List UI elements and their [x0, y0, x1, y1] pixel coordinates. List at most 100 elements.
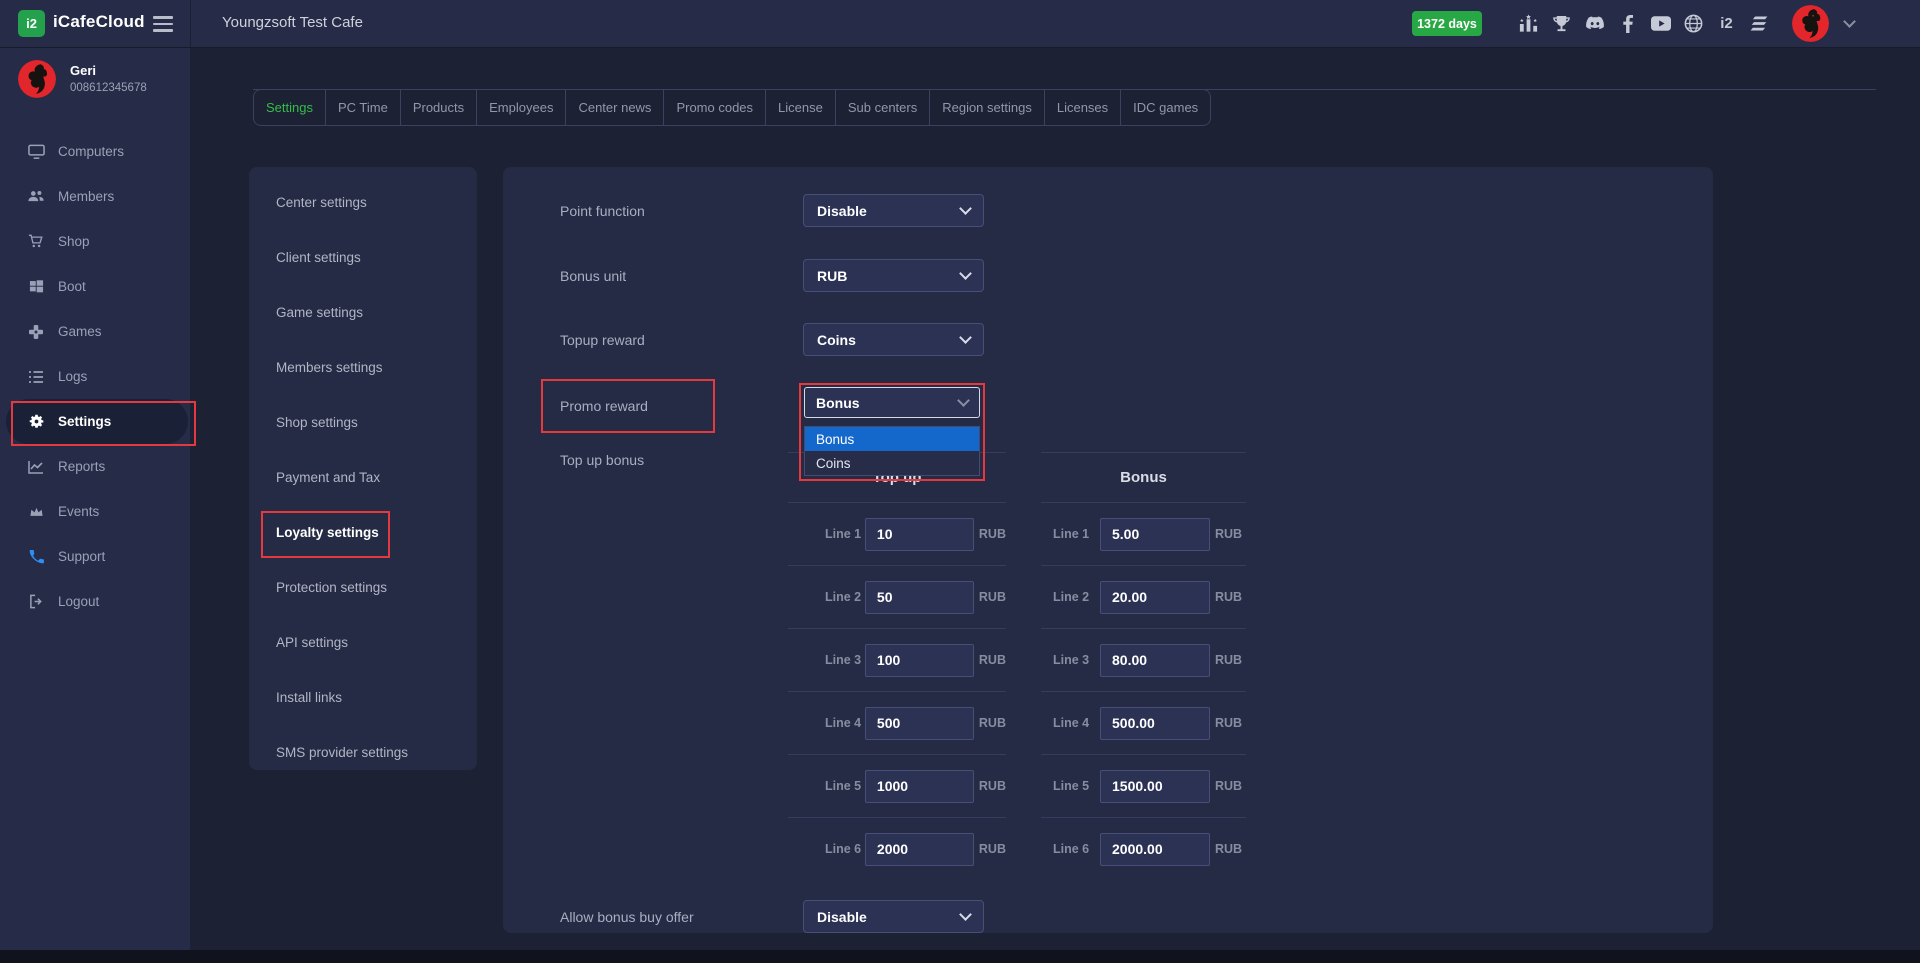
tab-sub-centers[interactable]: Sub centers: [836, 90, 930, 125]
chart-icon: [27, 460, 45, 474]
trophy-icon[interactable]: [1551, 13, 1572, 35]
tab-licenses[interactable]: Licenses: [1045, 90, 1121, 125]
promo-reward-select[interactable]: Bonus: [804, 387, 980, 418]
topbar: i2 iCafeCloud Youngzsoft Test Cafe 1372 …: [0, 0, 1920, 48]
sidebar-item-games[interactable]: Games: [0, 309, 190, 354]
topup-reward-select[interactable]: Coins: [803, 323, 984, 356]
phone-icon: [27, 549, 45, 564]
menu-item-sms-provider-settings[interactable]: SMS provider settings: [249, 725, 477, 780]
chevron-down-icon: [959, 267, 972, 280]
top-up-line6-input[interactable]: [865, 833, 974, 866]
sidebar-nav: Computers Members Shop Boot Games Logs S…: [0, 129, 190, 624]
sidebar-item-logs[interactable]: Logs: [0, 354, 190, 399]
promo-reward-options: Bonus Coins: [804, 426, 980, 476]
youtube-icon[interactable]: [1650, 13, 1671, 35]
tab-license[interactable]: License: [766, 90, 836, 125]
promo-reward-dropdown-annotated: Bonus Bonus Coins: [799, 383, 985, 481]
tab-settings[interactable]: Settings: [254, 90, 326, 125]
menu-item-game-settings[interactable]: Game settings: [249, 285, 477, 340]
menu-item-client-settings[interactable]: Client settings: [249, 230, 477, 285]
allow-bonus-buy-offer-label: Allow bonus buy offer: [560, 909, 803, 925]
top-up-line4-input[interactable]: [865, 707, 974, 740]
ranking-icon[interactable]: [1518, 13, 1539, 35]
cart-icon: [27, 234, 45, 248]
top-up-line2-input[interactable]: [865, 581, 974, 614]
tab-products[interactable]: Products: [401, 90, 477, 125]
promo-reward-label: Promo reward: [560, 398, 648, 414]
crown-icon: [27, 506, 45, 517]
sidebar-user-account: 008612345678: [70, 82, 147, 94]
top-up-bonus-label: Top up bonus: [560, 452, 644, 468]
topbar-divider: [190, 0, 191, 47]
sidebar-user-avatar: [18, 60, 56, 98]
menu-item-shop-settings[interactable]: Shop settings: [249, 395, 477, 450]
table-row: Line 5 RUB: [1041, 754, 1246, 817]
bottom-strip: [0, 950, 1920, 963]
tab-pc-time[interactable]: PC Time: [326, 90, 401, 125]
chevron-down-icon: [959, 202, 972, 215]
table-row: Line 3 RUB: [1041, 628, 1246, 691]
annotation-box-promo-reward-label: Promo reward: [541, 379, 715, 433]
bonus-line1-input[interactable]: [1100, 518, 1210, 551]
menu-item-api-settings[interactable]: API settings: [249, 615, 477, 670]
facebook-icon[interactable]: [1617, 13, 1638, 35]
chevron-down-icon: [959, 908, 972, 921]
sidebar-item-events[interactable]: Events: [0, 489, 190, 534]
option-bonus[interactable]: Bonus: [805, 427, 979, 451]
bonus-unit-select[interactable]: RUB: [803, 259, 984, 292]
settings-menu-panel: Center settings Client settings Game set…: [249, 167, 477, 770]
point-function-label: Point function: [560, 203, 803, 219]
point-function-select[interactable]: Disable: [803, 194, 984, 227]
menu-item-payment-and-tax[interactable]: Payment and Tax: [249, 450, 477, 505]
tab-idc-games[interactable]: IDC games: [1121, 90, 1210, 125]
sidebar-item-boot[interactable]: Boot: [0, 264, 190, 309]
sidebar-item-shop[interactable]: Shop: [0, 219, 190, 264]
top-up-line5-input[interactable]: [865, 770, 974, 803]
youngzsoft-icon[interactable]: [1749, 13, 1770, 35]
bonus-line5-input[interactable]: [1100, 770, 1210, 803]
license-days-badge[interactable]: 1372 days: [1412, 11, 1482, 36]
hamburger-menu-icon[interactable]: [153, 16, 173, 32]
bonus-line3-input[interactable]: [1100, 644, 1210, 677]
chevron-down-icon[interactable]: [1843, 15, 1856, 28]
bonus-unit-label: Bonus unit: [560, 268, 803, 284]
table-row: Line 4 RUB: [1041, 691, 1246, 754]
bonus-line6-input[interactable]: [1100, 833, 1210, 866]
icafecloud-glyph-icon[interactable]: i2: [1716, 13, 1737, 35]
top-up-line3-input[interactable]: [865, 644, 974, 677]
sidebar-item-support[interactable]: Support: [0, 534, 190, 579]
sidebar-item-computers[interactable]: Computers: [0, 129, 190, 174]
menu-item-protection-settings[interactable]: Protection settings: [249, 560, 477, 615]
bonus-line4-input[interactable]: [1100, 707, 1210, 740]
bonus-column-header: Bonus: [1041, 452, 1246, 502]
menu-item-center-settings[interactable]: Center settings: [249, 175, 477, 230]
members-icon: [27, 189, 45, 203]
table-row: Line 3 RUB: [788, 628, 1006, 691]
user-avatar[interactable]: [1792, 5, 1829, 42]
sidebar-item-settings[interactable]: Settings: [6, 399, 188, 444]
tab-center-news[interactable]: Center news: [566, 90, 664, 125]
bonus-line2-input[interactable]: [1100, 581, 1210, 614]
menu-item-install-links[interactable]: Install links: [249, 670, 477, 725]
table-row: Line 1 RUB: [1041, 502, 1246, 565]
sidebar-item-logout[interactable]: Logout: [0, 579, 190, 624]
chevron-down-icon: [957, 394, 970, 407]
sidebar: Geri 008612345678 Computers Members Shop…: [0, 47, 190, 950]
sidebar-item-members[interactable]: Members: [0, 174, 190, 219]
tab-employees[interactable]: Employees: [477, 90, 566, 125]
tab-region-settings[interactable]: Region settings: [930, 90, 1045, 125]
cafe-name-title: Youngzsoft Test Cafe: [222, 14, 363, 31]
sidebar-item-reports[interactable]: Reports: [0, 444, 190, 489]
table-row: Line 6 RUB: [788, 817, 1006, 880]
menu-item-members-settings[interactable]: Members settings: [249, 340, 477, 395]
globe-icon[interactable]: [1683, 13, 1704, 35]
allow-bonus-buy-offer-select[interactable]: Disable: [803, 900, 984, 933]
tab-promo-codes[interactable]: Promo codes: [664, 90, 766, 125]
top-up-line1-input[interactable]: [865, 518, 974, 551]
table-row: Line 6 RUB: [1041, 817, 1246, 880]
discord-icon[interactable]: [1584, 13, 1605, 35]
menu-item-loyalty-settings[interactable]: Loyalty settings: [249, 505, 477, 560]
icafecloud-logo-icon[interactable]: i2: [18, 10, 45, 37]
table-row: Line 4 RUB: [788, 691, 1006, 754]
option-coins[interactable]: Coins: [805, 451, 979, 475]
